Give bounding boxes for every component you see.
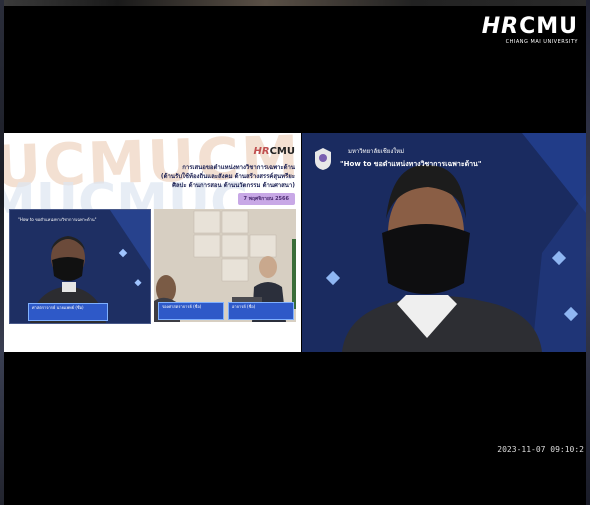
date-badge: 7 พฤศจิกายน 2566 — [237, 193, 295, 205]
univ-label: UNISERV — [8, 344, 33, 350]
main-video-title: "How to ขอตำแหน่งทางวิชาการเฉพาะด้าน" — [340, 160, 482, 168]
slide-title-line-2: (ด้านรับใช้ท้องถิ่นและสังคม ด้านสร้างสรร… — [160, 173, 295, 180]
speaker-video-2: รองศาสตราจารย์ (ชื่อ) อาจารย์ (ชื่อ) — [154, 209, 296, 322]
logo-brand: CMU — [519, 14, 578, 39]
speaker-video-1: "How to ขอตำแหน่งทางวิชาการเฉพาะด้าน" ศา… — [9, 209, 151, 324]
main-speaker-video: มหาวิทยาลัยเชียงใหม่ "How to ขอตำแหน่งทา… — [302, 133, 586, 352]
slide-title-line-3: ศิลปะ ด้านการสอน ด้านนวัตกรรม ด้านศาสนา) — [172, 182, 295, 189]
slide-logo-text: CMU — [269, 146, 295, 157]
name-tag-1: ศาสตราจารย์ นายแพทย์ (ชื่อ) — [28, 303, 108, 321]
right-edge — [586, 0, 590, 505]
slide-logo-hr: HR — [253, 146, 270, 157]
slide-title: การเสนอขอตำแหน่งทางวิชาการเฉพาะด้าน (ด้า… — [125, 163, 295, 190]
speaker-1-caption: "How to ขอตำแหน่งทางวิชาการเฉพาะด้าน" — [18, 217, 97, 222]
video-frame: HRCMU CHIANG MAI UNIVERSITY UCMUCMU MUCM… — [0, 0, 590, 505]
university-seal-icon — [314, 147, 332, 171]
main-video-university: มหาวิทยาลัยเชียงใหม่ — [348, 148, 405, 155]
name-tag-3: อาจารย์ (ชื่อ) — [228, 302, 294, 320]
name-tag-2: รองศาสตราจารย์ (ชื่อ) — [158, 302, 224, 320]
conference-stage: UCMUCMU MUCMUC HRCMU การเสนอขอตำแหน่งทาง… — [4, 133, 586, 352]
slide-title-line-1: การเสนอขอตำแหน่งทางวิชาการเฉพาะด้าน — [182, 164, 295, 171]
top-strip — [0, 0, 590, 6]
shared-slide: UCMUCMU MUCMUC HRCMU การเสนอขอตำแหน่งทาง… — [4, 133, 301, 352]
logo-hr: HR — [481, 14, 520, 39]
logo-subtitle: CHIANG MAI UNIVERSITY — [505, 39, 578, 45]
hr-cmu-logo: HRCMU CHIANG MAI UNIVERSITY — [481, 14, 578, 46]
slide-logo: HRCMU — [254, 146, 296, 157]
recording-timestamp: 2023-11-07 09:10:2 — [497, 445, 584, 454]
